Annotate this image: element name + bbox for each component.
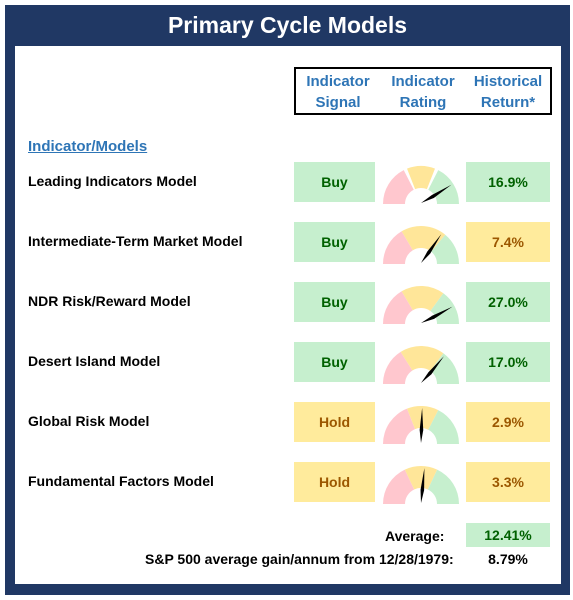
return-cell: 27.0% [466, 282, 550, 322]
rating-gauge [383, 346, 459, 384]
model-row: NDR Risk/Reward Model Buy 27.0% [15, 282, 561, 324]
signal-cell: Buy [294, 162, 375, 202]
model-name: Global Risk Model [28, 413, 150, 429]
signal-cell: Hold [294, 462, 375, 502]
return-cell: 16.9% [466, 162, 550, 202]
signal-cell: Hold [294, 402, 375, 442]
model-row: Fundamental Factors Model Hold 3.3% [15, 462, 561, 504]
section-label: Indicator/Models [28, 138, 148, 155]
return-cell: 2.9% [466, 402, 550, 442]
sp500-value: 8.79% [488, 551, 528, 567]
column-headers: Indicator Signal Indicator Rating Histor… [294, 67, 552, 115]
rating-gauge [383, 406, 459, 444]
signal-cell: Buy [294, 342, 375, 382]
sp500-label: S&P 500 average gain/annum from 12/28/19… [145, 551, 454, 567]
header-indicator-signal: Indicator Signal [306, 73, 370, 111]
rating-gauge [383, 226, 459, 264]
page-title: Primary Cycle Models [167, 12, 408, 38]
rating-gauge [383, 286, 459, 324]
model-name: Fundamental Factors Model [28, 473, 214, 489]
average-label: Average: [385, 528, 445, 544]
average-value: 12.41% [466, 523, 550, 547]
return-cell: 17.0% [466, 342, 550, 382]
model-name: Desert Island Model [28, 353, 161, 369]
model-name: Leading Indicators Model [28, 173, 197, 189]
model-name: NDR Risk/Reward Model [28, 293, 191, 309]
header-historical-return: Historical Return* [473, 73, 543, 111]
gauge-green-segment [428, 170, 459, 204]
model-row: Global Risk Model Hold 2.9% [15, 402, 561, 444]
signal-cell: Buy [294, 282, 375, 322]
model-row: Intermediate-Term Market Model Buy 7.4% [15, 222, 561, 264]
rating-gauge [383, 166, 459, 204]
report-body: Indicator Signal Indicator Rating Histor… [15, 46, 561, 584]
return-cell: 7.4% [466, 222, 550, 262]
signal-cell: Buy [294, 222, 375, 262]
header-indicator-rating: Indicator Rating [391, 73, 455, 111]
model-row: Leading Indicators Model Buy 16.9% [15, 162, 561, 204]
rating-gauge [383, 466, 459, 504]
return-cell: 3.3% [466, 462, 550, 502]
report-frame: Primary Cycle Models Indicator Signal In… [5, 5, 570, 595]
model-name: Intermediate-Term Market Model [28, 233, 243, 249]
model-row: Desert Island Model Buy 17.0% [15, 342, 561, 384]
gauge-red-segment [383, 170, 414, 204]
